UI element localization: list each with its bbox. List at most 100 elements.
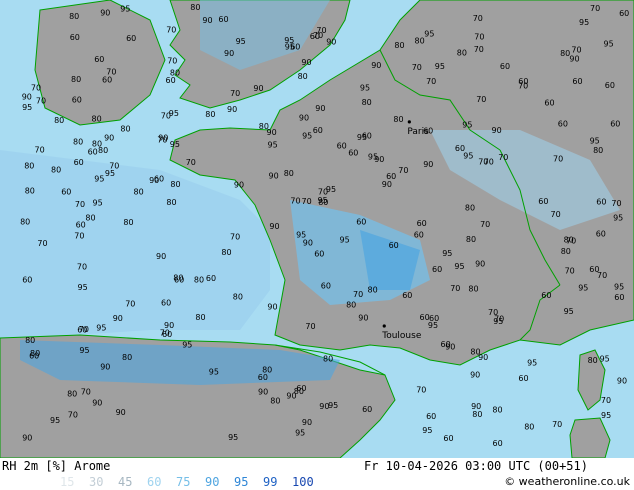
rh-value-label: 80	[524, 423, 534, 432]
rh-value-label: 90	[301, 58, 311, 67]
rh-value-label: 90	[371, 61, 381, 70]
rh-value-label: 90	[100, 362, 110, 371]
rh-value-label: 60	[348, 148, 358, 157]
city-label-toulouse: Toulouse	[381, 331, 422, 341]
rh-value-label: 95	[600, 354, 610, 363]
rh-value-label: 90	[475, 259, 485, 268]
rh-value-label: 90	[382, 180, 392, 189]
rh-value-label: 95	[454, 262, 464, 271]
rh-value-label: 80	[170, 69, 180, 78]
rh-value-label: 90	[100, 9, 110, 18]
rh-value-label: 60	[619, 9, 629, 18]
rh-value-label: 80	[25, 336, 35, 345]
legend-value-75: 75	[176, 475, 191, 489]
rh-value-label: 70	[611, 199, 621, 208]
rh-value-label: 95	[78, 283, 88, 292]
rh-value-label: 60	[417, 219, 427, 228]
rh-value-label: 60	[614, 293, 624, 302]
rh-value-label: 60	[61, 187, 71, 196]
rh-value-label: 60	[455, 144, 465, 153]
rh-value-label: 70	[68, 411, 78, 420]
rh-value-label: 95	[295, 429, 305, 438]
rh-value-label: 80	[92, 140, 102, 149]
rh-value-label: 95	[209, 368, 219, 377]
rh-value-label: 90	[286, 391, 296, 400]
rh-value-label: 90	[227, 105, 237, 114]
rh-value-label: 80	[362, 98, 372, 107]
rh-value-label: 90	[269, 172, 279, 181]
rh-value-label: 60	[389, 241, 399, 250]
rh-value-label: 60	[258, 373, 268, 382]
rh-value-label: 60	[102, 75, 112, 84]
rh-value-label: 60	[596, 198, 606, 207]
rh-value-label: 70	[474, 32, 484, 41]
rh-value-label: 80	[123, 218, 133, 227]
rh-value-label: 60	[589, 265, 599, 274]
rh-value-label: 95	[614, 283, 624, 292]
rh-value-label: 60	[493, 439, 503, 448]
weather-map-frame: 60 80 80 90 80 60 60 95 95 80 60 70 60 70 70 70 90 70 60 90…	[0, 0, 634, 490]
rh-value-label: 95	[93, 199, 103, 208]
rh-value-label: 70	[125, 300, 135, 309]
rh-value-label: 80	[170, 180, 180, 189]
rh-value-label: 90	[267, 303, 277, 312]
rh-value-label: 60	[76, 221, 86, 230]
rh-value-label: 95	[268, 141, 278, 150]
rh-value-label: 90	[471, 402, 481, 411]
rh-value-label: 95	[428, 321, 438, 330]
rh-value-label: 60	[313, 126, 323, 135]
rh-value-label: 70	[518, 82, 528, 91]
rh-value-label: 95	[590, 137, 600, 146]
rh-value-label: 90	[113, 314, 123, 323]
rh-value-label: 60	[88, 147, 98, 156]
rh-value-label: 80	[393, 115, 403, 124]
rh-value-label: 95	[236, 37, 246, 46]
rh-value-label: 95	[604, 40, 614, 49]
rh-value-label: 80	[92, 115, 102, 124]
rh-value-label: 80	[262, 365, 272, 374]
rh-value-label: 70	[353, 290, 363, 299]
rh-value-label: 60	[596, 229, 606, 238]
rh-value-label: 70	[473, 14, 483, 23]
legend-value-100: 100	[292, 475, 314, 489]
rh-value-label: 80	[166, 198, 176, 207]
rh-value-label: 80	[20, 217, 30, 226]
city-label-paris: Paris	[407, 127, 429, 137]
rh-value-label: 60	[386, 172, 396, 181]
rh-value-label: 60	[22, 276, 32, 285]
rh-value-label: 60	[518, 374, 528, 383]
rh-value-label: 80	[233, 293, 243, 302]
rh-value-label: 70	[601, 396, 611, 405]
rh-value-label: 70	[412, 63, 422, 72]
rh-value-label: 70	[305, 322, 315, 331]
rh-value-label: 60	[356, 217, 366, 226]
rh-value-label: 95	[442, 249, 452, 258]
rh-value-label: 90	[253, 84, 263, 93]
city-dot-toulouse	[382, 324, 386, 328]
rh-value-label: 95	[326, 185, 336, 194]
rh-value-label: 90	[224, 49, 234, 58]
rh-value-label: 95	[564, 307, 574, 316]
rh-value-label: 60	[154, 175, 164, 184]
rh-value-label: 90	[302, 418, 312, 427]
rh-value-label: 90	[92, 399, 102, 408]
rh-value-label: 60	[174, 276, 184, 285]
rh-value-label: 90	[423, 160, 433, 169]
rh-value-label: 70	[551, 210, 561, 219]
site-credit[interactable]: © weatheronline.co.uk	[504, 475, 630, 488]
rh-value-label: 60	[70, 33, 80, 42]
legend-value-30: 30	[89, 475, 104, 489]
rh-value-label: 90	[269, 222, 279, 231]
rh-value-label: 70	[480, 220, 490, 229]
rh-value-label: 80	[190, 3, 200, 12]
rh-value-label: 95	[368, 153, 378, 162]
rh-value-label: 70	[553, 155, 563, 164]
rh-value-label: 95	[96, 324, 106, 333]
rh-value-label: 95	[435, 62, 445, 71]
rh-value-label: 95	[170, 140, 180, 149]
rh-value-label: 70	[571, 46, 581, 55]
legend-value-45: 45	[118, 475, 133, 489]
rh-value-label: 95	[340, 235, 350, 244]
rh-value-label: 60	[310, 32, 320, 41]
rh-value-label: 95	[302, 132, 312, 141]
